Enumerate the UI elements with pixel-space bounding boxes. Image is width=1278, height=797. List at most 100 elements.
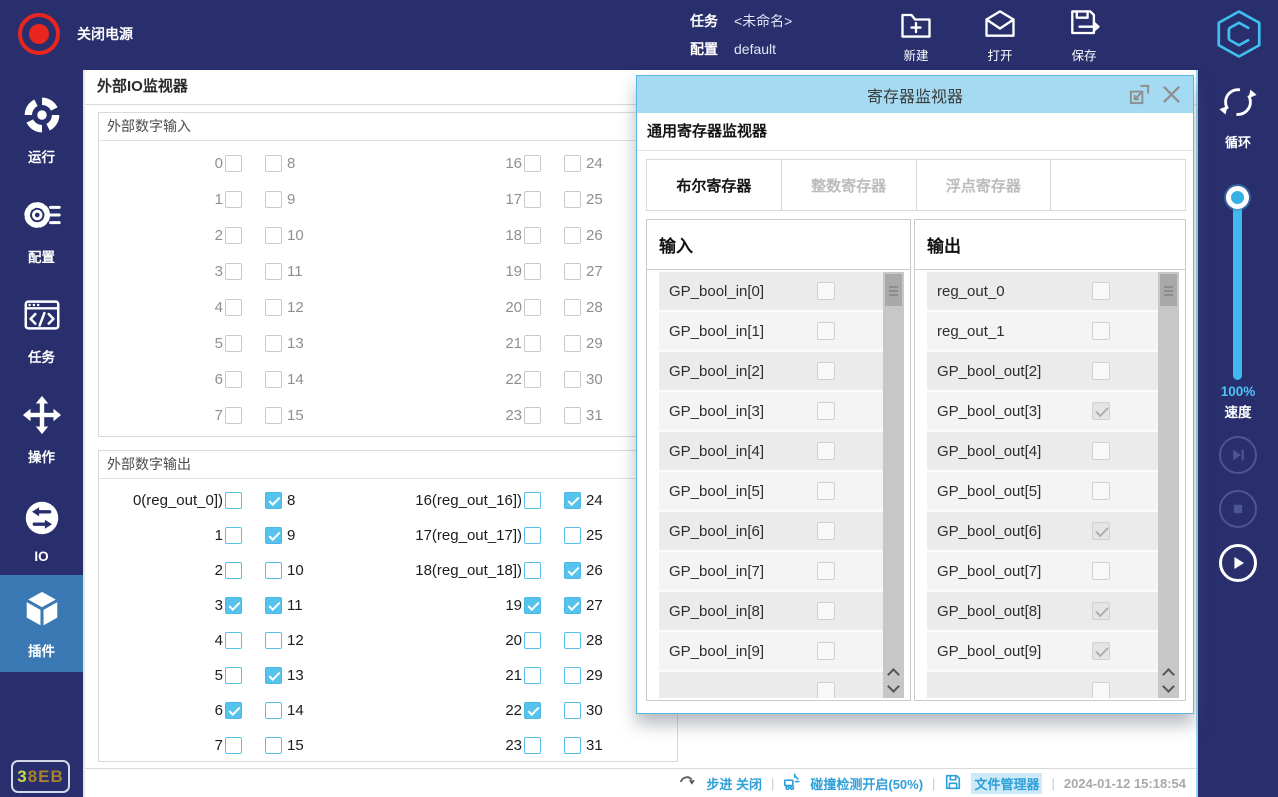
io-checkbox[interactable] bbox=[524, 335, 541, 352]
io-checkbox[interactable] bbox=[524, 562, 541, 579]
scroll-up-icon[interactable] bbox=[883, 664, 904, 680]
register-checkbox[interactable] bbox=[1092, 522, 1110, 540]
io-checkbox[interactable] bbox=[564, 371, 581, 388]
io-checkbox[interactable] bbox=[524, 492, 541, 509]
status-badge[interactable]: 38EB bbox=[11, 760, 70, 793]
scrollbar-thumb[interactable] bbox=[1160, 274, 1177, 306]
io-checkbox[interactable] bbox=[564, 335, 581, 352]
register-checkbox[interactable] bbox=[817, 322, 835, 340]
open-button[interactable]: 打开 bbox=[974, 6, 1026, 64]
io-checkbox[interactable] bbox=[225, 371, 242, 388]
io-checkbox[interactable] bbox=[564, 667, 581, 684]
io-checkbox[interactable] bbox=[265, 702, 282, 719]
io-checkbox[interactable] bbox=[225, 597, 242, 614]
play-button[interactable] bbox=[1219, 544, 1257, 582]
io-checkbox[interactable] bbox=[265, 191, 282, 208]
io-checkbox[interactable] bbox=[265, 371, 282, 388]
io-checkbox[interactable] bbox=[524, 371, 541, 388]
io-checkbox[interactable] bbox=[524, 737, 541, 754]
io-checkbox[interactable] bbox=[524, 407, 541, 424]
io-checkbox[interactable] bbox=[564, 299, 581, 316]
sidebar-item-plugin[interactable]: 插件 bbox=[0, 575, 83, 672]
io-checkbox[interactable] bbox=[265, 562, 282, 579]
close-icon[interactable] bbox=[1160, 83, 1183, 111]
register-checkbox[interactable] bbox=[817, 402, 835, 420]
io-checkbox[interactable] bbox=[564, 263, 581, 280]
io-checkbox[interactable] bbox=[564, 737, 581, 754]
register-checkbox[interactable] bbox=[1092, 282, 1110, 300]
register-checkbox[interactable] bbox=[1092, 322, 1110, 340]
io-checkbox[interactable] bbox=[524, 227, 541, 244]
io-checkbox[interactable] bbox=[564, 492, 581, 509]
io-checkbox[interactable] bbox=[265, 597, 282, 614]
register-checkbox[interactable] bbox=[817, 682, 835, 698]
io-checkbox[interactable] bbox=[265, 737, 282, 754]
register-checkbox[interactable] bbox=[817, 482, 835, 500]
speed-slider-handle[interactable] bbox=[1226, 186, 1249, 209]
io-checkbox[interactable] bbox=[524, 597, 541, 614]
tab-float-register[interactable]: 浮点寄存器 bbox=[917, 160, 1052, 210]
register-checkbox[interactable] bbox=[1092, 562, 1110, 580]
scrollbar[interactable] bbox=[883, 272, 904, 698]
power-button[interactable]: 关闭电源 bbox=[18, 13, 133, 55]
scrollbar[interactable] bbox=[1158, 272, 1179, 698]
io-checkbox[interactable] bbox=[524, 299, 541, 316]
io-checkbox[interactable] bbox=[524, 155, 541, 172]
register-checkbox[interactable] bbox=[1092, 362, 1110, 380]
io-checkbox[interactable] bbox=[225, 527, 242, 544]
file-manager-button[interactable]: 文件管理器 bbox=[971, 773, 1042, 794]
sidebar-item-config[interactable]: 配置 bbox=[0, 188, 83, 272]
io-checkbox[interactable] bbox=[564, 597, 581, 614]
io-checkbox[interactable] bbox=[265, 632, 282, 649]
register-checkbox[interactable] bbox=[817, 522, 835, 540]
io-checkbox[interactable] bbox=[564, 632, 581, 649]
io-checkbox[interactable] bbox=[225, 263, 242, 280]
tab-int-register[interactable]: 整数寄存器 bbox=[782, 160, 917, 210]
io-checkbox[interactable] bbox=[524, 527, 541, 544]
sidebar-item-run[interactable]: 运行 bbox=[0, 88, 83, 172]
io-checkbox[interactable] bbox=[524, 667, 541, 684]
io-checkbox[interactable] bbox=[564, 562, 581, 579]
step-mode-status[interactable]: 步进 关闭 bbox=[706, 774, 762, 793]
sidebar-item-task[interactable]: 任务 bbox=[0, 288, 83, 372]
io-checkbox[interactable] bbox=[225, 335, 242, 352]
speed-slider-track[interactable] bbox=[1233, 196, 1242, 380]
io-checkbox[interactable] bbox=[265, 407, 282, 424]
register-checkbox[interactable] bbox=[817, 282, 835, 300]
io-checkbox[interactable] bbox=[225, 191, 242, 208]
register-checkbox[interactable] bbox=[817, 362, 835, 380]
register-checkbox[interactable] bbox=[817, 602, 835, 620]
register-checkbox[interactable] bbox=[817, 442, 835, 460]
io-checkbox[interactable] bbox=[524, 191, 541, 208]
register-checkbox[interactable] bbox=[1092, 642, 1110, 660]
register-checkbox[interactable] bbox=[817, 562, 835, 580]
popout-icon[interactable] bbox=[1128, 83, 1151, 111]
io-checkbox[interactable] bbox=[564, 702, 581, 719]
stop-button[interactable] bbox=[1219, 490, 1257, 528]
io-checkbox[interactable] bbox=[265, 527, 282, 544]
io-checkbox[interactable] bbox=[524, 632, 541, 649]
sidebar-item-operate[interactable]: 操作 bbox=[0, 388, 83, 472]
step-forward-button[interactable] bbox=[1219, 436, 1257, 474]
sidebar-item-io[interactable]: IO bbox=[0, 488, 83, 572]
io-checkbox[interactable] bbox=[265, 335, 282, 352]
io-checkbox[interactable] bbox=[564, 155, 581, 172]
io-checkbox[interactable] bbox=[564, 527, 581, 544]
io-checkbox[interactable] bbox=[265, 492, 282, 509]
scroll-down-icon[interactable] bbox=[883, 680, 904, 696]
register-checkbox[interactable] bbox=[817, 642, 835, 660]
scroll-down-icon[interactable] bbox=[1158, 680, 1179, 696]
collision-detect-status[interactable]: 碰撞检测开启(50%) bbox=[810, 774, 923, 793]
register-checkbox[interactable] bbox=[1092, 442, 1110, 460]
io-checkbox[interactable] bbox=[265, 667, 282, 684]
io-checkbox[interactable] bbox=[225, 667, 242, 684]
io-checkbox[interactable] bbox=[265, 155, 282, 172]
io-checkbox[interactable] bbox=[265, 299, 282, 316]
register-checkbox[interactable] bbox=[1092, 482, 1110, 500]
io-checkbox[interactable] bbox=[524, 263, 541, 280]
io-checkbox[interactable] bbox=[524, 702, 541, 719]
io-checkbox[interactable] bbox=[564, 407, 581, 424]
loop-button[interactable]: 循环 bbox=[1198, 82, 1278, 151]
io-checkbox[interactable] bbox=[564, 191, 581, 208]
io-checkbox[interactable] bbox=[225, 492, 242, 509]
